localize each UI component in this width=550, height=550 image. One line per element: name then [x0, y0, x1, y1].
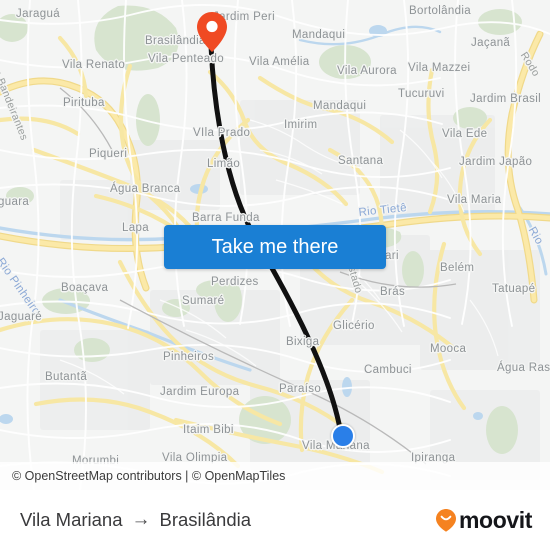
moovit-logo[interactable]: moovit: [435, 507, 532, 534]
trip-summary: Vila Mariana → Brasilândia: [20, 509, 251, 531]
attribution-text[interactable]: © OpenStreetMap contributors | © OpenMap…: [12, 469, 285, 483]
destination-pin-icon[interactable]: [196, 10, 228, 54]
moovit-wordmark: moovit: [459, 506, 532, 533]
map-canvas[interactable]: Jaraguá Jardim Peri Bortolândia Mandaqui Jaç…: [0, 0, 550, 490]
trip-destination-label: Brasilândia: [159, 509, 252, 530]
origin-location-dot[interactable]: [331, 424, 355, 448]
map-attribution-bar: © OpenStreetMap contributors | © OpenMap…: [0, 462, 550, 490]
moovit-pin-icon: [436, 509, 456, 532]
take-me-there-button[interactable]: Take me there: [164, 225, 386, 269]
trip-origin-label: Vila Mariana: [20, 509, 123, 530]
moovit-route-map-card: Jaraguá Jardim Peri Bortolândia Mandaqui Jaç…: [0, 0, 550, 550]
footer-bar: Vila Mariana → Brasilândia moovit: [0, 490, 550, 550]
arrow-right-icon: →: [131, 509, 151, 530]
